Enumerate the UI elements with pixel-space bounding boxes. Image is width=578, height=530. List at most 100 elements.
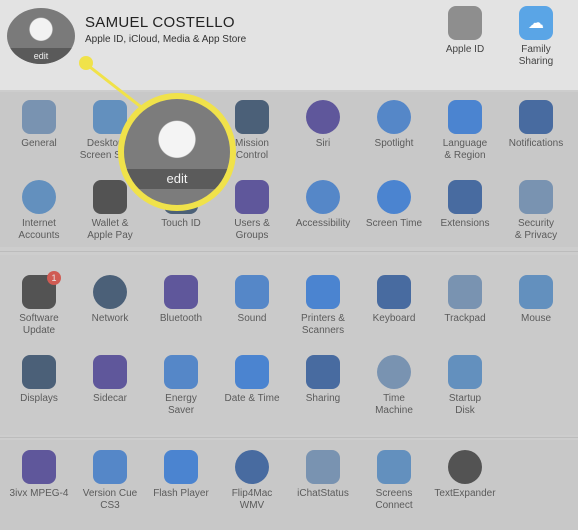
pane-sidecar[interactable]: Sidecar <box>74 355 146 405</box>
pane-keyboard[interactable]: Keyboard <box>358 275 430 325</box>
pane-sharing[interactable]: Sharing <box>287 355 359 405</box>
pane-language[interactable]: Language & Region <box>429 100 501 162</box>
pane-label: Startup Disk <box>448 393 482 416</box>
pane-security[interactable]: Security & Privacy <box>500 180 572 242</box>
pane-extensions[interactable]: Extensions <box>429 180 501 230</box>
keyboard-icon <box>377 275 411 309</box>
avatar-edit-label[interactable]: edit <box>7 48 75 64</box>
sound-icon <box>235 275 269 309</box>
pane-label: Printers & Scanners <box>301 313 345 336</box>
user-avatar[interactable]: edit <box>7 8 75 64</box>
pane-label: Apple ID <box>445 44 485 55</box>
printer-icon <box>306 275 340 309</box>
magnified-avatar: edit <box>118 93 236 211</box>
textexpander-icon <box>448 450 482 484</box>
pane-label: Notifications <box>508 138 564 149</box>
screen-time-icon <box>377 180 411 214</box>
extensions-icon <box>448 180 482 214</box>
family-icon: ☁ <box>519 6 553 40</box>
mouse-icon <box>519 275 553 309</box>
pane-label: Flip4Mac WMV <box>231 488 273 511</box>
pane-bluetooth[interactable]: Bluetooth <box>145 275 217 325</box>
pane-flash[interactable]: Flash Player <box>145 450 217 500</box>
pane-network[interactable]: Network <box>74 275 146 325</box>
pane-mouse[interactable]: Mouse <box>500 275 572 325</box>
pane-ichat[interactable]: iChatStatus <box>287 450 359 500</box>
pane-label: Touch ID <box>161 218 201 229</box>
pane-energy[interactable]: Energy Saver <box>145 355 217 417</box>
pane-software-update[interactable]: 1 Software Update <box>3 271 75 337</box>
pane-sound[interactable]: Sound <box>216 275 288 325</box>
pane-label: Screens Connect <box>375 488 413 511</box>
pane-label: Siri <box>315 138 331 149</box>
pane-trackpad[interactable]: Trackpad <box>429 275 501 325</box>
pane-general[interactable]: General <box>3 100 75 150</box>
spotlight-icon <box>377 100 411 134</box>
ichat-icon <box>306 450 340 484</box>
mission-control-icon <box>235 100 269 134</box>
startup-disk-icon <box>448 355 482 389</box>
internet-accounts-icon <box>22 180 56 214</box>
flash-icon <box>164 450 198 484</box>
pane-label: General <box>21 138 57 149</box>
pane-label: Sidecar <box>93 393 127 404</box>
pane-printer[interactable]: Printers & Scanners <box>287 275 359 337</box>
bluetooth-icon <box>164 275 198 309</box>
energy-icon <box>164 355 198 389</box>
pane-screens-connect[interactable]: Screens Connect <box>358 450 430 512</box>
user-name: SAMUEL COSTELLO <box>85 14 235 31</box>
pane-label: TextExpander <box>434 488 496 499</box>
sidecar-icon <box>93 355 127 389</box>
pane-label: Network <box>91 313 129 324</box>
divider <box>0 437 578 438</box>
wallet-icon <box>93 180 127 214</box>
pane-displays[interactable]: Displays <box>3 355 75 405</box>
pane-users[interactable]: Users & Groups <box>216 180 288 242</box>
3ivx-icon <box>22 450 56 484</box>
update-badge: 1 <box>47 271 61 285</box>
pane-label: Spotlight <box>374 138 414 149</box>
pane-3ivx[interactable]: 3ivx MPEG-4 <box>3 450 75 500</box>
pane-label: Keyboard <box>372 313 416 324</box>
pane-startup-disk[interactable]: Startup Disk <box>429 355 501 417</box>
network-icon <box>93 275 127 309</box>
pane-label: Software Update <box>19 313 59 336</box>
pane-label: Family Sharing <box>518 44 554 67</box>
pane-label: Language & Region <box>442 138 488 161</box>
system-preferences-window: edit SAMUEL COSTELLO Apple ID, iCloud, M… <box>0 0 578 530</box>
pane-family-sharing[interactable]: ☁ Family Sharing <box>500 6 572 68</box>
pane-screen-time[interactable]: Screen Time <box>358 180 430 230</box>
pane-label: Screen Time <box>365 218 423 229</box>
divider <box>0 251 578 252</box>
pane-version-cue[interactable]: Version Cue CS3 <box>74 450 146 512</box>
screens-connect-icon <box>377 450 411 484</box>
pane-label: Bluetooth <box>159 313 203 324</box>
pane-textexpander[interactable]: TextExpander <box>429 450 501 500</box>
pane-spotlight[interactable]: Spotlight <box>358 100 430 150</box>
pane-apple-id[interactable]: Apple ID <box>429 6 501 56</box>
header: edit SAMUEL COSTELLO Apple ID, iCloud, M… <box>0 0 578 90</box>
version-cue-icon <box>93 450 127 484</box>
pane-wmv[interactable]: Flip4Mac WMV <box>216 450 288 512</box>
trackpad-icon <box>448 275 482 309</box>
pane-label: Flash Player <box>153 488 209 499</box>
siri-icon <box>306 100 340 134</box>
clock-icon <box>235 355 269 389</box>
pane-internet-accounts[interactable]: Internet Accounts <box>3 180 75 242</box>
user-subtitle: Apple ID, iCloud, Media & App Store <box>85 34 247 45</box>
pane-time-machine[interactable]: Time Machine <box>358 355 430 417</box>
pane-label: Mouse <box>520 313 551 324</box>
magnified-edit-label: edit <box>124 169 230 189</box>
pane-siri[interactable]: Siri <box>287 100 359 150</box>
pane-notifications[interactable]: Notifications <box>500 100 572 150</box>
pane-label: Accessibility <box>295 218 351 229</box>
sharing-icon <box>306 355 340 389</box>
pane-label: Time Machine <box>375 393 413 416</box>
pane-clock[interactable]: Date & Time <box>216 355 288 405</box>
pane-label: Sound <box>237 313 267 324</box>
pane-accessibility[interactable]: Accessibility <box>287 180 359 230</box>
pane-label: Extensions <box>440 218 490 229</box>
pane-label: Sharing <box>305 393 341 404</box>
time-machine-icon <box>377 355 411 389</box>
pane-label: Security & Privacy <box>514 218 558 241</box>
